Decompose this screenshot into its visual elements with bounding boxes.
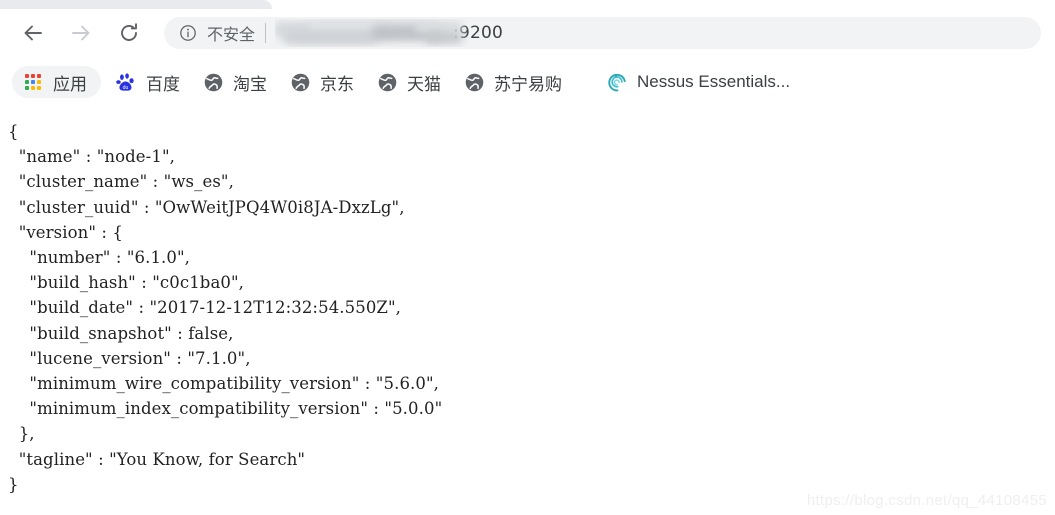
url-redaction-blob (283, 29, 379, 45)
bookmark-suning[interactable]: 苏宁易购 (455, 66, 570, 98)
globe-icon (202, 71, 224, 93)
watermark: https://blog.csdn.net/qq_44108455 (806, 492, 1047, 509)
apps-grid-icon (22, 71, 44, 93)
browser-toolbar: 不安全 :9200 (0, 9, 1055, 56)
bookmark-label: 苏宁易购 (494, 74, 562, 95)
reload-button[interactable] (109, 13, 149, 53)
bookmark-tmall[interactable]: 天猫 (368, 66, 449, 98)
bookmarks-bar: 应用 du 百度 淘宝 京东 天猫 苏宁易购 Nessus Essentials… (0, 58, 1055, 106)
arrow-left-icon (21, 21, 45, 45)
bookmark-baidu[interactable]: du 百度 (107, 66, 188, 98)
forward-button (61, 13, 101, 53)
reload-icon (117, 21, 141, 45)
json-response-body: { "name" : "node-1", "cluster_name" : "w… (8, 122, 443, 494)
security-status-label: 不安全 (207, 24, 256, 44)
globe-icon (289, 71, 311, 93)
bookmark-jd[interactable]: 京东 (281, 66, 362, 98)
bookmark-label: 应用 (53, 74, 87, 95)
bookmark-label: Nessus Essentials... (637, 72, 791, 91)
url-redaction-blob (371, 24, 444, 41)
bookmark-taobao[interactable]: 淘宝 (194, 66, 275, 98)
active-tab[interactable] (0, 0, 272, 9)
bookmark-nessus[interactable]: Nessus Essentials... (598, 66, 798, 98)
bookmark-label: 淘宝 (233, 74, 267, 95)
url-redaction-blob (309, 18, 426, 33)
tab-strip (0, 0, 1055, 9)
info-circle-icon[interactable] (179, 24, 197, 42)
globe-icon (463, 71, 485, 93)
arrow-right-icon (69, 21, 93, 45)
bookmark-label: 百度 (146, 74, 180, 95)
bookmark-apps[interactable]: 应用 (12, 66, 101, 98)
url-field[interactable]: :9200 (275, 18, 1041, 47)
baidu-paw-icon: du (115, 71, 137, 93)
bookmark-label: 京东 (320, 74, 354, 95)
url-redaction-blob (275, 20, 394, 38)
url-text: :9200 (453, 22, 504, 43)
page-content: { "name" : "node-1", "cluster_name" : "w… (0, 106, 1055, 515)
address-bar[interactable]: 不安全 :9200 (164, 16, 1041, 49)
svg-text:du: du (122, 85, 128, 91)
globe-icon (376, 71, 398, 93)
omnibox-divider (265, 22, 267, 43)
back-button[interactable] (13, 13, 53, 53)
bookmark-label: 天猫 (407, 74, 441, 95)
nessus-spiral-icon (606, 71, 628, 93)
